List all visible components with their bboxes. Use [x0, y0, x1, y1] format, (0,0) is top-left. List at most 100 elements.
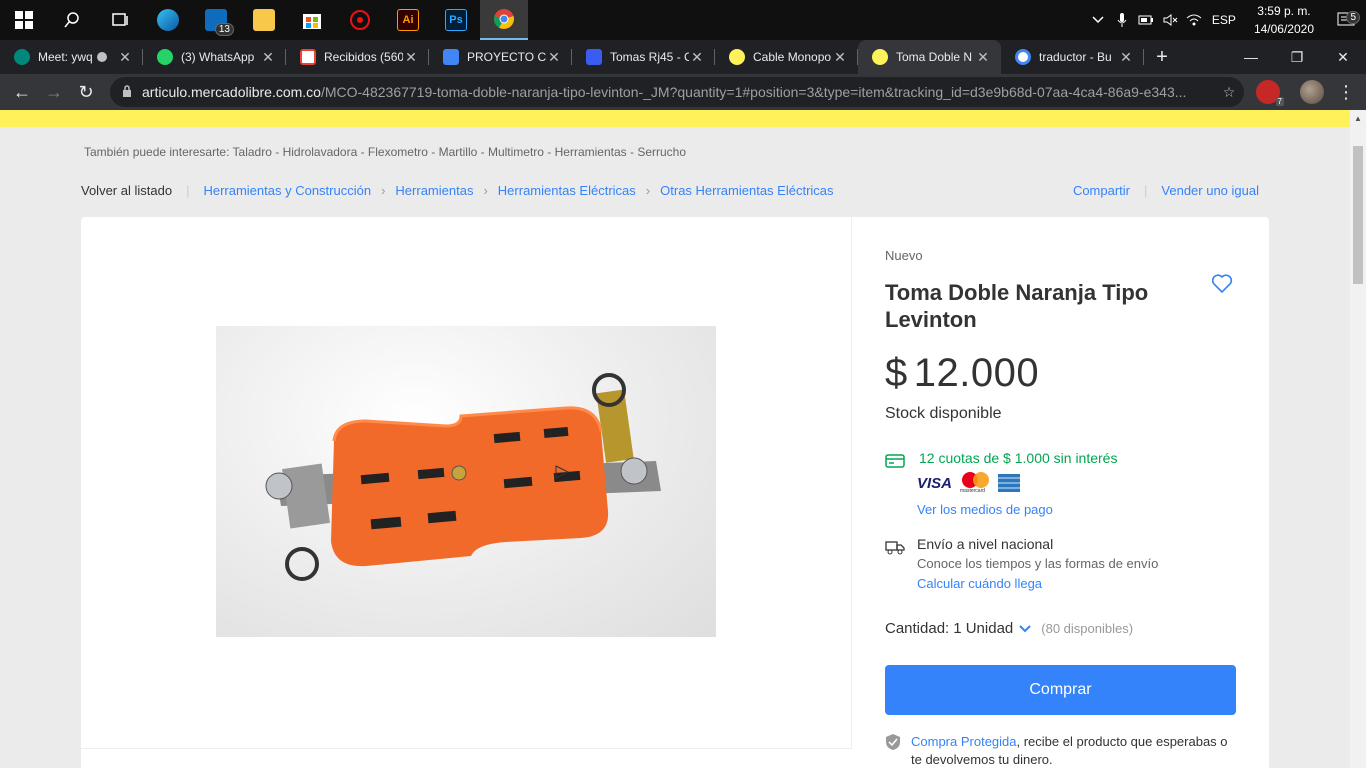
mail-icon[interactable]: 13 [192, 0, 240, 40]
visa-icon: VISA [917, 474, 953, 492]
reload-button[interactable]: ↻ [70, 76, 102, 108]
shield-icon [885, 733, 901, 768]
sell-similar-link[interactable]: Vender uno igual [1161, 183, 1259, 198]
file-explorer-icon[interactable] [240, 0, 288, 40]
bookmark-star-icon[interactable]: ☆ [1214, 84, 1244, 101]
amex-icon [998, 474, 1021, 492]
close-icon[interactable]: ✕ [117, 49, 133, 66]
tab-meet[interactable]: Meet: ywq ✕ [0, 40, 143, 74]
price-value: 12.000 [913, 351, 1040, 395]
scroll-up-icon[interactable]: ▲ [1350, 114, 1366, 123]
quantity-available: (80 disponibles) [1041, 621, 1134, 636]
profile-avatar[interactable] [1300, 80, 1324, 104]
restore-button[interactable]: ❐ [1274, 40, 1320, 74]
tab-label: (3) WhatsApp [181, 50, 255, 64]
windows-taskbar: 13 Ai Ps ESP 3:59 p. m. 14/06/2020 5 [0, 0, 1366, 40]
language-indicator[interactable]: ESP [1206, 0, 1242, 40]
photoshop-icon[interactable]: Ps [432, 0, 480, 40]
close-icon[interactable]: ✕ [1118, 49, 1134, 66]
shipping-title: Envío a nivel nacional [917, 536, 1054, 552]
buy-button[interactable]: Comprar [885, 665, 1236, 715]
close-icon[interactable]: ✕ [689, 49, 705, 66]
chevron-right-icon: › [483, 183, 488, 198]
breadcrumb-item[interactable]: Herramientas Eléctricas [498, 183, 636, 198]
browser-toolbar: ← → ↻ articulo.mercadolibre.com.co /MCO-… [0, 74, 1366, 110]
new-tab-button[interactable]: + [1144, 46, 1180, 69]
volume-muted-icon[interactable] [1158, 0, 1182, 40]
page-scrollbar[interactable]: ▲ [1350, 110, 1366, 768]
chrome-icon[interactable] [480, 0, 528, 40]
mercadolibre-icon [872, 49, 888, 65]
notifications-icon[interactable]: 5 [1326, 11, 1366, 28]
close-window-button[interactable]: ✕ [1320, 40, 1366, 74]
chevron-up-icon[interactable] [1086, 0, 1110, 40]
clock[interactable]: 3:59 p. m. 14/06/2020 [1242, 2, 1326, 38]
menu-icon[interactable]: ⋮ [1330, 76, 1362, 108]
store-icon[interactable] [288, 0, 336, 40]
task-view-icon[interactable] [96, 0, 144, 40]
page-content: También puede interesarte: Taladro - Hid… [0, 110, 1350, 768]
tab-label: Cable Monopo [753, 50, 832, 64]
back-button[interactable]: ← [6, 76, 38, 108]
close-icon[interactable]: ✕ [403, 49, 419, 66]
edge-icon[interactable] [144, 0, 192, 40]
tab-gmail[interactable]: Recibidos (560 ✕ [286, 40, 429, 74]
tab-label: Meet: ywq [38, 50, 93, 64]
minimize-button[interactable]: — [1228, 40, 1274, 74]
installments-text: 12 cuotas de $ 1.000 sin interés [919, 450, 1118, 466]
breadcrumb-item[interactable]: Herramientas y Construcción [203, 183, 371, 198]
window-controls: — ❐ ✕ [1228, 40, 1366, 74]
favorite-heart-icon[interactable] [1211, 274, 1233, 299]
back-to-list-link[interactable]: Volver al listado [81, 183, 172, 198]
tab-label: PROYECTO CA [467, 50, 546, 64]
tab-cable[interactable]: Cable Monopo ✕ [715, 40, 858, 74]
product-image[interactable] [216, 326, 716, 637]
wifi-icon[interactable] [1182, 0, 1206, 40]
url-host: articulo.mercadolibre.com.co [142, 84, 321, 100]
mail-badge: 13 [214, 23, 234, 36]
meet-icon [14, 49, 30, 65]
protected-purchase: Compra Protegida, recibe el producto que… [885, 733, 1237, 768]
protected-text: Compra Protegida, recibe el producto que… [911, 733, 1237, 768]
breadcrumb-item[interactable]: Herramientas [395, 183, 473, 198]
payment-methods-link[interactable]: Ver los medios de pago [917, 502, 1053, 517]
scrollbar-thumb[interactable] [1353, 146, 1363, 284]
tab-tomas-rj45[interactable]: Tomas Rj45 - C ✕ [572, 40, 715, 74]
google-icon [1015, 49, 1031, 65]
url-path: /MCO-482367719-toma-doble-naranja-tipo-l… [320, 84, 1187, 100]
close-icon[interactable]: ✕ [975, 49, 991, 66]
divider: | [186, 183, 190, 198]
close-icon[interactable]: ✕ [260, 49, 276, 66]
tab-toma-doble[interactable]: Toma Doble N ✕ [858, 40, 1001, 74]
clock-time: 3:59 p. m. [1257, 4, 1311, 18]
extension-icon[interactable]: 7 [1256, 80, 1284, 106]
address-bar[interactable]: articulo.mercadolibre.com.co /MCO-482367… [110, 77, 1244, 107]
tab-traductor[interactable]: traductor - Bu ✕ [1001, 40, 1144, 74]
protected-purchase-link[interactable]: Compra Protegida [911, 734, 1017, 749]
related-searches[interactable]: También puede interesarte: Taladro - Hid… [84, 145, 686, 159]
illustrator-icon[interactable]: Ai [384, 0, 432, 40]
quantity-selector[interactable]: Cantidad: 1 Unidad (80 disponibles) [885, 620, 1133, 637]
close-icon[interactable]: ✕ [546, 49, 562, 66]
microphone-icon[interactable] [1110, 0, 1134, 40]
price-currency: $ [885, 351, 908, 395]
search-icon[interactable] [48, 0, 96, 40]
price: $12.000 [885, 351, 1039, 396]
divider: | [1144, 183, 1148, 198]
gallery [81, 217, 852, 749]
notifications-badge: 5 [1346, 11, 1360, 24]
battery-icon[interactable] [1134, 0, 1158, 40]
lock-icon [122, 84, 132, 100]
app-red-icon[interactable] [336, 0, 384, 40]
mastercard-icon: mastercard [960, 472, 992, 494]
breadcrumb-item[interactable]: Otras Herramientas Eléctricas [660, 183, 833, 198]
start-icon[interactable] [0, 0, 48, 40]
share-link[interactable]: Compartir [1073, 183, 1130, 198]
calculate-shipping-link[interactable]: Calcular cuándo llega [917, 576, 1042, 591]
forward-button[interactable]: → [38, 76, 70, 108]
tab-docs[interactable]: PROYECTO CA ✕ [429, 40, 572, 74]
browser-tab-strip: Meet: ywq ✕ (3) WhatsApp ✕ Recibidos (56… [0, 40, 1366, 74]
tab-whatsapp[interactable]: (3) WhatsApp ✕ [143, 40, 286, 74]
quantity-value: 1 Unidad [953, 620, 1014, 637]
close-icon[interactable]: ✕ [832, 49, 848, 66]
